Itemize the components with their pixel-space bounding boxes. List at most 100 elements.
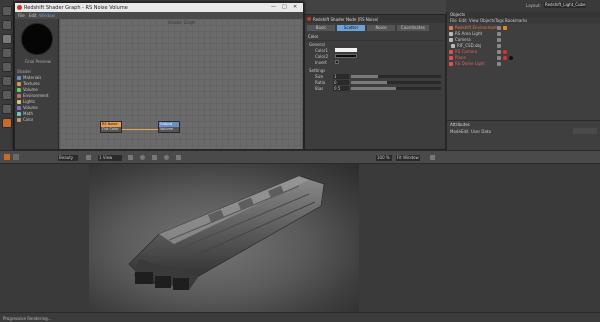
model-mode-icon[interactable] xyxy=(2,76,12,86)
tag-icon[interactable] xyxy=(503,50,507,54)
vehicle-render-graphic xyxy=(128,175,325,290)
maximize-icon[interactable]: □ xyxy=(282,4,287,10)
object-type-icon xyxy=(449,26,453,30)
menu-user-data[interactable]: User Data xyxy=(471,129,491,134)
folder-icon xyxy=(17,100,21,104)
menu-window[interactable]: Window xyxy=(39,13,55,18)
scale-tool-icon[interactable] xyxy=(2,48,12,58)
menu-objects[interactable]: Objects xyxy=(480,18,495,23)
menu-mode[interactable]: Mode xyxy=(450,129,461,134)
group-settings-title[interactable]: Settings xyxy=(309,68,325,73)
light-icon xyxy=(449,32,453,36)
menu-bookmarks[interactable]: Bookmarks xyxy=(505,18,527,23)
node-port-volume[interactable]: Volume xyxy=(159,127,179,132)
size-input[interactable]: 1 xyxy=(333,74,349,79)
list-item[interactable]: RS Dome Light xyxy=(447,61,600,67)
color-picker-icon[interactable] xyxy=(140,155,145,160)
visibility-icon[interactable] xyxy=(497,32,501,36)
tab-noise[interactable]: Noise xyxy=(367,25,395,31)
invert-checkbox[interactable] xyxy=(335,60,339,64)
ratio-slider[interactable] xyxy=(351,81,441,84)
view-dropdown[interactable]: 1 View xyxy=(98,155,122,161)
menu-edit[interactable]: Edit xyxy=(461,129,469,134)
object-name: Redshift Environment xyxy=(455,25,499,30)
aov-dropdown[interactable]: Beauty xyxy=(58,155,78,161)
field-label: Color2 xyxy=(315,54,328,59)
ratio-input[interactable]: 0 xyxy=(333,80,349,85)
menu-file[interactable]: File xyxy=(18,13,25,18)
layout-dropdown[interactable]: Redshift_Light_Cube xyxy=(544,2,586,8)
object-name: RS Camera xyxy=(455,49,478,54)
menu-view[interactable]: View xyxy=(469,18,479,23)
node-library-panel: Final Preview Shader Materials Textures … xyxy=(15,19,59,149)
material-preview xyxy=(21,23,53,55)
visibility-icon[interactable] xyxy=(497,56,501,60)
rotate-tool-icon[interactable] xyxy=(2,62,12,72)
visibility-icon[interactable] xyxy=(497,62,501,66)
properties-tabs: Basic Scatter Noise Coordinates xyxy=(307,25,443,31)
menu-file[interactable]: File xyxy=(450,18,457,23)
points-mode-icon[interactable] xyxy=(2,90,12,100)
attribute-manager: Attributes Mode Edit User Data xyxy=(446,120,600,150)
settings-icon[interactable] xyxy=(430,155,435,160)
minimize-icon[interactable]: — xyxy=(271,4,276,10)
list-item[interactable]: Color xyxy=(17,117,57,123)
material-tag-icon[interactable] xyxy=(509,56,513,60)
attribute-nav-buttons[interactable] xyxy=(573,128,597,134)
category-label: Environment xyxy=(23,93,49,98)
rs-noise-node[interactable]: RS Noise Out Color xyxy=(100,121,122,133)
zoom-field[interactable]: 100 % xyxy=(376,155,392,161)
field-label: Invert xyxy=(315,60,327,65)
menu-edit[interactable]: Edit xyxy=(29,13,37,18)
folder-icon xyxy=(17,118,21,122)
bias-slider[interactable] xyxy=(351,87,441,90)
redshift-logo-icon xyxy=(307,17,311,21)
render-icon[interactable] xyxy=(4,154,10,160)
object-name: Plane xyxy=(455,55,466,60)
color1-swatch[interactable] xyxy=(335,48,357,52)
close-icon[interactable]: ✕ xyxy=(293,4,297,10)
move-tool-icon[interactable] xyxy=(2,20,12,30)
edges-mode-icon[interactable] xyxy=(2,104,12,114)
node-category-list: Materials Textures Volume Environment Li… xyxy=(17,75,57,135)
folder-icon xyxy=(17,112,21,116)
lock-icon[interactable] xyxy=(164,155,169,160)
tag-icon[interactable] xyxy=(503,26,507,30)
tag-icon[interactable] xyxy=(503,56,507,60)
group-general-title[interactable]: General xyxy=(309,42,325,47)
menu-edit[interactable]: Edit xyxy=(459,18,467,23)
visibility-icon[interactable] xyxy=(497,26,501,30)
object-manager-menu: File Edit View Objects Tags Bookmarks xyxy=(447,18,600,24)
node-port-out-color[interactable]: Out Color xyxy=(101,127,121,132)
snapshot-icon[interactable] xyxy=(86,155,91,160)
object-name: RS Area Light xyxy=(455,31,483,36)
undo-icon[interactable] xyxy=(2,6,12,16)
shader-menu-bar: File Edit Window xyxy=(15,12,303,19)
bias-input[interactable]: 0.5 xyxy=(333,86,349,91)
output-node[interactable]: Output Volume xyxy=(158,121,180,133)
node-graph-canvas[interactable]: Shader Graph RS Noise Out Color Output V… xyxy=(60,19,302,149)
window-titlebar: Redshift Shader Graph - RS Noise Volume … xyxy=(15,3,303,12)
tab-objects[interactable]: Objects xyxy=(450,12,465,17)
size-slider[interactable] xyxy=(351,75,441,78)
select-tool-icon[interactable] xyxy=(2,34,12,44)
visibility-icon[interactable] xyxy=(497,38,501,42)
render-toolbar: Beauty 1 View 100 % Fit Window xyxy=(0,150,600,164)
object-name: RIF_CSD.obj xyxy=(457,43,482,48)
tab-scatter[interactable]: Scatter xyxy=(337,25,365,31)
camera-icon xyxy=(449,38,453,42)
stop-icon[interactable] xyxy=(13,154,19,160)
tab-coordinates[interactable]: Coordinates xyxy=(397,25,429,31)
category-label: Textures xyxy=(23,81,40,86)
zoom-icon[interactable] xyxy=(128,155,133,160)
render-icon[interactable] xyxy=(2,118,12,128)
visibility-icon[interactable] xyxy=(497,44,501,48)
color2-swatch[interactable] xyxy=(335,54,357,58)
light-icon xyxy=(449,62,453,66)
fit-dropdown[interactable]: Fit Window xyxy=(396,155,420,161)
region-icon[interactable] xyxy=(152,155,157,160)
visibility-icon[interactable] xyxy=(497,50,501,54)
menu-tags[interactable]: Tags xyxy=(495,18,504,23)
tab-basic[interactable]: Basic xyxy=(307,25,335,31)
save-icon[interactable] xyxy=(176,155,181,160)
